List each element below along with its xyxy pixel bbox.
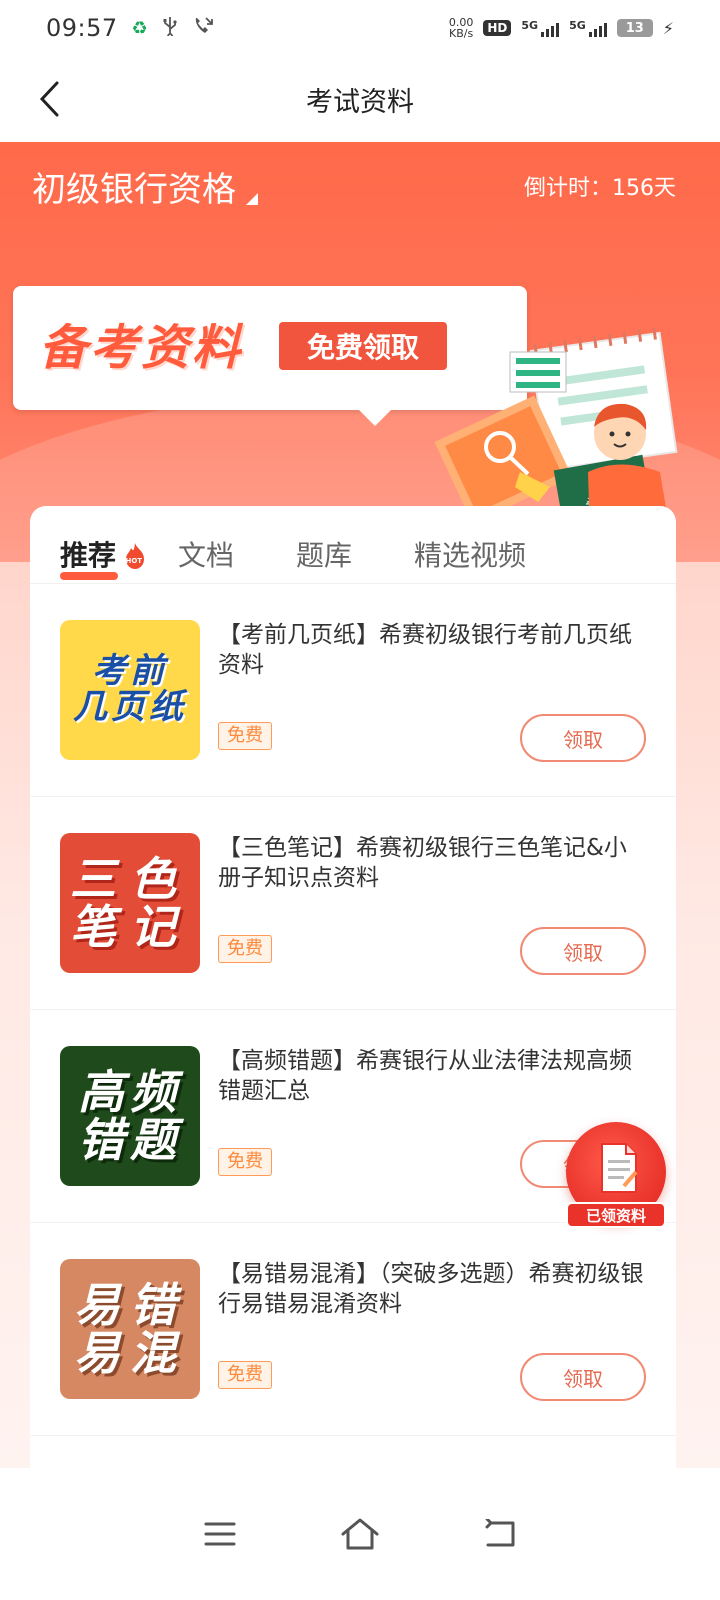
item-title: 【高频错题】希赛银行从业法律法规高频错题汇总 <box>218 1048 632 1104</box>
battery-level: 13 <box>625 20 644 36</box>
free-tag: 免费 <box>218 1148 272 1176</box>
usb-icon <box>162 16 178 41</box>
free-tag: 免费 <box>218 1361 272 1389</box>
home-button[interactable] <box>330 1504 390 1564</box>
net-speed: 0.00 KB/s <box>449 17 474 39</box>
exam-selector[interactable]: 初级银行资格 <box>32 162 258 211</box>
title-bar: 考试资料 <box>0 56 720 142</box>
status-bar: 09:57 ♻ 0.00 KB/s HD 5G 5G 13 ⚡ <box>0 0 720 56</box>
list-item[interactable]: 三色 笔记 【三色笔记】希赛初级银行三色笔记&小册子知识点资料 免费 领取 <box>30 797 676 1010</box>
item-thumbnail: 高频 错题 <box>60 1046 200 1186</box>
claimed-materials-button[interactable]: 已领资料 <box>562 1122 670 1230</box>
countdown: 倒计时：156天 <box>524 176 676 201</box>
status-time: 09:57 <box>46 14 118 42</box>
item-thumbnail: 易错 易混 <box>60 1259 200 1399</box>
claim-button[interactable]: 领取 <box>520 714 646 762</box>
tab-featured-videos[interactable]: 精选视频 <box>414 534 526 574</box>
home-icon <box>341 1518 379 1550</box>
page-title: 考试资料 <box>306 86 414 118</box>
list-item[interactable]: 考前 几页纸 【考前几页纸】希赛初级银行考前几页纸资料 免费 领取 <box>30 584 676 797</box>
document-icon <box>601 1143 638 1193</box>
hero-banner: 初级银行资格 倒计时：156天 备考资料 免费领取 <box>0 142 720 562</box>
tab-question-bank[interactable]: 题库 <box>296 534 352 574</box>
promo-banner-title: 备考资料 <box>39 320 244 376</box>
thumbnail-text-line1: 考前 <box>92 651 168 692</box>
free-tag: 免费 <box>218 722 272 750</box>
tab-bar: 推荐 HOT 文档 题库 精选视频 <box>30 506 676 584</box>
claim-button[interactable]: 领取 <box>520 927 646 975</box>
thumbnail-text-line1: 三色 <box>70 851 190 906</box>
signal-strength-icon: 5G <box>521 19 560 37</box>
item-title: 【易错易混淆】（突破多选题）希赛初级银行易错易混淆资料 <box>218 1261 644 1317</box>
tab-recommended[interactable]: 推荐 <box>60 534 116 574</box>
back-arrow-icon <box>39 81 59 117</box>
back-button[interactable] <box>26 76 72 122</box>
materials-card: 推荐 HOT 文档 题库 精选视频 考前 几页纸 【考前几页纸】希赛初级银行考前… <box>30 506 676 1468</box>
recycle-icon: ♻ <box>131 17 148 39</box>
item-title: 【考前几页纸】希赛初级银行考前几页纸资料 <box>218 622 632 678</box>
charging-bolt-icon: ⚡ <box>662 18 674 38</box>
net-speed-unit: KB/s <box>449 27 474 40</box>
thumbnail-text-line2: 笔记 <box>70 900 190 954</box>
item-title: 【三色笔记】希赛初级银行三色笔记&小册子知识点资料 <box>218 835 627 891</box>
list-item[interactable]: 易错 易混 【易错易混淆】（突破多选题）希赛初级银行易错易混淆资料 免费 领取 <box>30 1223 676 1436</box>
tab-documents[interactable]: 文档 <box>178 534 234 574</box>
thumbnail-text-line2: 错题 <box>78 1113 182 1167</box>
exam-name: 初级银行资格 <box>32 170 236 210</box>
item-thumbnail: 考前 几页纸 <box>60 620 200 760</box>
hot-fire-icon: HOT <box>126 543 144 569</box>
menu-icon <box>204 1522 236 1546</box>
thumbnail-text-line1: 易错 <box>74 1277 186 1332</box>
signal2-label: 5G <box>569 19 586 32</box>
item-thumbnail: 三色 笔记 <box>60 833 200 973</box>
hd-badge: HD <box>483 20 512 36</box>
claim-button[interactable]: 领取 <box>520 1353 646 1401</box>
signal-strength-icon-2: 5G <box>569 19 607 37</box>
signal1-label: 5G <box>521 19 539 32</box>
missed-call-icon <box>192 16 214 41</box>
thumbnail-text-line2: 几页纸 <box>73 687 187 727</box>
dropdown-triangle-icon <box>246 193 258 205</box>
free-tag: 免费 <box>218 935 272 963</box>
menu-button[interactable] <box>190 1504 250 1564</box>
hot-badge-text: HOT <box>126 557 143 565</box>
thumbnail-text-line2: 易混 <box>74 1326 186 1380</box>
thumbnail-text-line1: 高频 <box>78 1064 182 1119</box>
system-navigation-bar <box>0 1468 720 1600</box>
fab-label: 已领资料 <box>566 1202 666 1228</box>
back-icon <box>485 1519 515 1547</box>
battery-icon: 13 <box>616 19 653 37</box>
system-back-button[interactable] <box>470 1504 530 1564</box>
active-tab-indicator <box>60 572 118 580</box>
